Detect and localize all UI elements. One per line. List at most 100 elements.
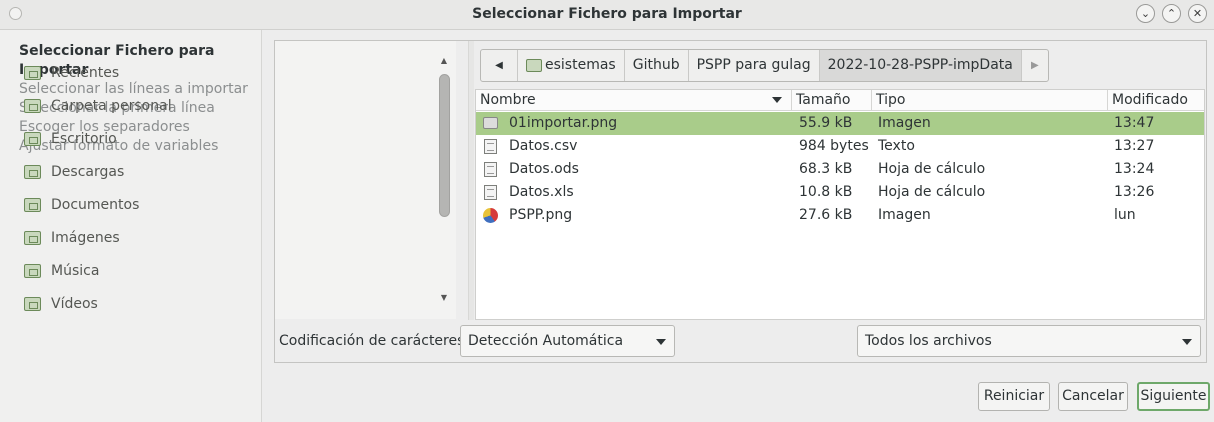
encoding-value: Detección Automática: [468, 333, 624, 349]
path-segment-label: esistemas: [545, 57, 616, 73]
column-header-modified[interactable]: Modificado: [1107, 90, 1204, 111]
text-file-icon: [484, 162, 497, 177]
text-file-icon: [484, 185, 497, 200]
path-segment-github[interactable]: Github: [625, 50, 689, 81]
file-row[interactable]: Datos.ods 68.3 kB Hoja de cálculo 13:24: [476, 158, 1204, 181]
path-segment-label: PSPP para gulag: [696, 57, 811, 73]
place-carpeta-personal[interactable]: Carpeta personal: [24, 95, 172, 117]
cancel-button[interactable]: Cancelar: [1058, 382, 1128, 411]
place-label: Imágenes: [51, 230, 120, 246]
place-recientes[interactable]: Recientes: [24, 62, 119, 84]
home-folder-icon: [526, 59, 542, 72]
scroll-down-icon[interactable]: ▼: [439, 293, 449, 302]
path-segment-label: Github: [632, 57, 680, 73]
path-back-button[interactable]: ◀: [481, 50, 518, 81]
window-title: Seleccionar Fichero para Importar: [472, 6, 742, 22]
file-row[interactable]: Datos.csv 984 bytes Texto 13:27: [476, 135, 1204, 158]
desktop-folder-icon: [24, 132, 41, 146]
file-name: 01importar.png: [509, 115, 618, 131]
file-row[interactable]: Datos.xls 10.8 kB Hoja de cálculo 13:26: [476, 181, 1204, 204]
scrollbar-thumb[interactable]: [439, 74, 450, 217]
encoding-select[interactable]: Detección Automática: [460, 325, 675, 357]
file-type: Hoja de cálculo: [878, 184, 986, 200]
file-size: 984 bytes: [799, 138, 869, 154]
file-type: Imagen: [878, 207, 931, 223]
title-bar: Seleccionar Fichero para Importar ⌄ ⌃ ✕: [0, 0, 1214, 30]
column-label: Nombre: [480, 92, 536, 108]
pane-separator[interactable]: [468, 41, 474, 320]
place-imagenes[interactable]: Imágenes: [24, 227, 120, 249]
file-name: PSPP.png: [509, 207, 573, 223]
place-label: Escritorio: [51, 131, 117, 147]
place-label: Descargas: [51, 164, 125, 180]
minimize-icon[interactable]: ⌄: [1136, 4, 1155, 23]
downloads-folder-icon: [24, 165, 41, 179]
file-row[interactable]: PSPP.png 27.6 kB Imagen lun: [476, 204, 1204, 227]
image-file-icon: [483, 117, 498, 129]
path-segment-label: 2022-10-28-PSPP-impData: [827, 57, 1013, 73]
column-label: Tamaño: [796, 92, 851, 108]
recent-icon: [24, 66, 41, 80]
path-segment-home[interactable]: esistemas: [518, 50, 625, 81]
places-scrollbar[interactable]: ▲ ▼: [437, 52, 452, 307]
scroll-up-icon[interactable]: ▲: [439, 56, 449, 65]
path-forward-button[interactable]: ▶: [1022, 50, 1048, 81]
pspp-image-icon: [483, 208, 498, 223]
place-label: Carpeta personal: [51, 98, 172, 114]
file-size: 27.6 kB: [799, 207, 853, 223]
reset-button[interactable]: Reiniciar: [978, 382, 1050, 411]
close-icon[interactable]: ✕: [1188, 4, 1207, 23]
file-size: 55.9 kB: [799, 115, 853, 131]
column-label: Modificado: [1112, 92, 1188, 108]
column-header-name[interactable]: Nombre: [476, 90, 790, 111]
path-segment-pspp[interactable]: PSPP para gulag: [689, 50, 820, 81]
file-modified: 13:47: [1114, 115, 1155, 131]
assistant-steps-panel: Seleccionar Fichero para Importar Selecc…: [0, 30, 262, 422]
place-documentos[interactable]: Documentos: [24, 194, 139, 216]
file-filter-value: Todos los archivos: [865, 333, 992, 349]
file-modified: 13:24: [1114, 161, 1155, 177]
column-header-type[interactable]: Tipo: [871, 90, 1107, 111]
file-modified: 13:26: [1114, 184, 1155, 200]
file-type: Hoja de cálculo: [878, 161, 986, 177]
path-segment-current[interactable]: 2022-10-28-PSPP-impData: [819, 50, 1022, 81]
file-name: Datos.ods: [509, 161, 579, 177]
file-type: Texto: [878, 138, 915, 154]
file-modified: 13:27: [1114, 138, 1155, 154]
pictures-folder-icon: [24, 231, 41, 245]
videos-folder-icon: [24, 297, 41, 311]
file-filter-select[interactable]: Todos los archivos: [857, 325, 1201, 357]
place-descargas[interactable]: Descargas: [24, 161, 124, 183]
file-modified: lun: [1114, 207, 1136, 223]
file-list: Nombre Tamaño Tipo Modificado 01importar…: [475, 89, 1205, 320]
file-name: Datos.xls: [509, 184, 574, 200]
chevron-down-icon: [656, 339, 666, 345]
file-list-header: Nombre Tamaño Tipo Modificado: [476, 90, 1204, 111]
music-folder-icon: [24, 264, 41, 278]
chevron-right-icon: ▶: [1030, 60, 1039, 71]
encoding-label: Codificación de carácteres:: [279, 333, 470, 349]
documents-folder-icon: [24, 198, 41, 212]
place-label: Música: [51, 263, 100, 279]
chevron-down-icon: [1182, 339, 1192, 345]
place-videos[interactable]: Vídeos: [24, 293, 98, 315]
file-size: 10.8 kB: [799, 184, 853, 200]
place-label: Vídeos: [51, 296, 98, 312]
next-button[interactable]: Siguiente: [1137, 382, 1210, 411]
column-label: Tipo: [876, 92, 906, 108]
file-type: Imagen: [878, 115, 931, 131]
maximize-icon[interactable]: ⌃: [1162, 4, 1181, 23]
column-header-size[interactable]: Tamaño: [791, 90, 871, 111]
place-musica[interactable]: Música: [24, 260, 99, 282]
file-row[interactable]: 01importar.png 55.9 kB Imagen 13:47: [476, 112, 1204, 135]
path-bar: ◀ esistemas Github PSPP para gulag 2022-…: [480, 49, 1049, 82]
chevron-left-icon: ◀: [495, 60, 503, 71]
sort-descending-icon: [772, 97, 782, 103]
file-name: Datos.csv: [509, 138, 578, 154]
file-size: 68.3 kB: [799, 161, 853, 177]
home-folder-icon: [24, 99, 41, 113]
place-escritorio[interactable]: Escritorio: [24, 128, 117, 150]
place-label: Recientes: [51, 65, 120, 81]
text-file-icon: [484, 139, 497, 154]
places-sidebar: [275, 41, 456, 319]
